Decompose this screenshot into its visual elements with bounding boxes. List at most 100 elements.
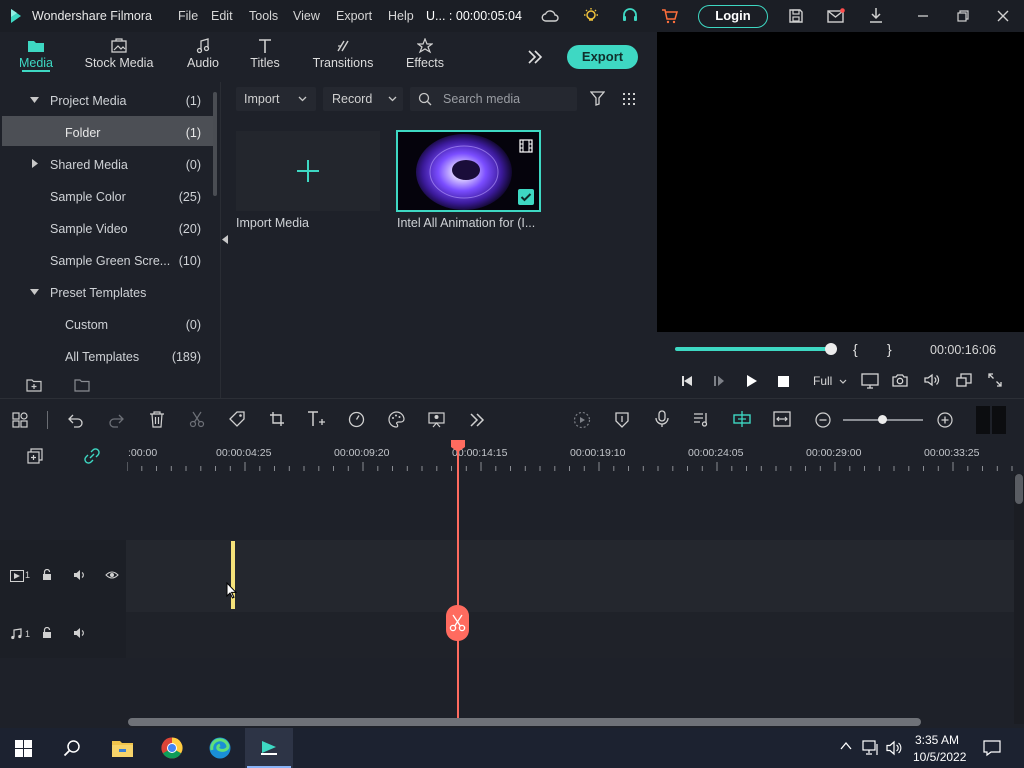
taskbar-search-icon[interactable] <box>63 739 81 757</box>
mark-out-button[interactable]: } <box>887 341 892 357</box>
restore-icon[interactable] <box>956 9 970 23</box>
save-icon[interactable] <box>788 8 804 24</box>
taskbar-filmora-app[interactable] <box>245 728 293 768</box>
import-dropdown[interactable]: Import <box>236 87 316 111</box>
new-folder-icon[interactable] <box>26 378 42 392</box>
download-icon[interactable] <box>868 7 884 25</box>
add-text-icon[interactable] <box>307 410 327 428</box>
zoom-in-icon[interactable] <box>937 412 953 428</box>
caret-right-icon[interactable] <box>32 159 38 168</box>
close-icon[interactable] <box>996 9 1010 23</box>
scissors-cut-icon[interactable] <box>189 411 205 428</box>
playback-scrubber[interactable] <box>825 343 837 355</box>
tree-item-all-templates[interactable]: All Templates (189) <box>2 340 213 370</box>
lock-icon[interactable] <box>41 627 53 639</box>
tab-transitions[interactable]: Transitions <box>306 32 380 82</box>
audio-track-lane[interactable] <box>126 612 1014 658</box>
playhead-line[interactable] <box>457 440 459 718</box>
file-explorer-icon[interactable] <box>111 738 134 758</box>
tree-item-shared-media[interactable]: Shared Media (0) <box>2 148 213 178</box>
more-tools-icon[interactable] <box>469 412 485 428</box>
cart-icon[interactable] <box>661 8 679 24</box>
folder-outline-icon[interactable] <box>74 378 90 392</box>
video-track-lane[interactable] <box>126 540 1014 612</box>
undo-icon[interactable] <box>68 412 84 428</box>
render-preview-icon[interactable] <box>573 411 591 429</box>
chrome-icon[interactable] <box>161 737 183 759</box>
playhead-handle[interactable] <box>450 439 466 453</box>
volume-icon[interactable] <box>924 373 940 387</box>
import-media-tile[interactable] <box>236 131 380 211</box>
redo-icon[interactable] <box>108 412 124 428</box>
tree-item-sample-video[interactable]: Sample Video (20) <box>2 212 213 242</box>
tree-item-custom[interactable]: Custom (0) <box>2 308 213 338</box>
stop-icon[interactable] <box>778 376 789 387</box>
step-back-icon[interactable] <box>681 375 693 387</box>
tree-item-sample-green-screen[interactable]: Sample Green Scre... (10) <box>2 244 213 274</box>
menu-help[interactable]: Help <box>388 9 414 23</box>
quality-dropdown[interactable]: Full <box>813 374 832 388</box>
lightbulb-icon[interactable] <box>582 7 600 25</box>
volume-tray-icon[interactable] <box>886 740 902 756</box>
timeline-vertical-scrollbar[interactable] <box>1015 474 1023 504</box>
marker-shield-icon[interactable] <box>614 411 630 429</box>
microphone-icon[interactable] <box>655 410 669 428</box>
mark-in-button[interactable]: { <box>853 341 858 357</box>
play-icon[interactable] <box>746 374 758 388</box>
menu-tools[interactable]: Tools <box>249 9 278 23</box>
more-tabs-icon[interactable] <box>527 49 543 65</box>
caret-down-icon[interactable] <box>30 289 39 295</box>
step-forward-icon[interactable] <box>713 375 725 387</box>
aspect-ratio-icon[interactable] <box>956 373 972 387</box>
playback-progress-bar[interactable] <box>675 347 835 351</box>
lock-icon[interactable] <box>41 569 53 581</box>
tag-icon[interactable] <box>229 411 245 427</box>
tab-audio[interactable]: Audio <box>180 32 226 82</box>
network-icon[interactable] <box>862 740 880 756</box>
menu-view[interactable]: View <box>293 9 320 23</box>
snap-magnet-icon[interactable] <box>732 410 752 428</box>
green-screen-icon[interactable] <box>428 411 445 428</box>
windows-start-icon[interactable] <box>15 740 32 757</box>
filter-icon[interactable] <box>590 91 605 106</box>
menu-export[interactable]: Export <box>336 9 372 23</box>
crop-icon[interactable] <box>269 411 285 427</box>
audio-mixer-icon[interactable] <box>693 411 711 428</box>
tab-titles[interactable]: Titles <box>242 32 288 82</box>
export-button[interactable]: Export <box>567 45 638 69</box>
tab-effects[interactable]: Effects <box>398 32 452 82</box>
headset-support-icon[interactable] <box>621 7 639 25</box>
tab-stock-media[interactable]: Stock Media <box>80 32 158 82</box>
tree-item-sample-color[interactable]: Sample Color (25) <box>2 180 213 210</box>
audio-meter-toggle[interactable] <box>976 406 1006 434</box>
playhead-split-button[interactable] <box>446 605 469 641</box>
timeline-horizontal-scrollbar[interactable] <box>128 718 921 726</box>
login-button[interactable]: Login <box>698 5 768 28</box>
speaker-icon[interactable] <box>73 627 86 639</box>
speed-icon[interactable] <box>348 411 365 428</box>
tree-item-project-media[interactable]: Project Media (1) <box>2 84 213 114</box>
edge-icon[interactable] <box>209 737 231 759</box>
collapse-panel-icon[interactable] <box>222 235 228 244</box>
media-clip-thumbnail[interactable] <box>396 130 541 212</box>
zoom-slider-handle[interactable] <box>878 415 887 424</box>
fullscreen-icon[interactable] <box>988 373 1002 387</box>
fit-timeline-icon[interactable] <box>773 410 791 428</box>
grid-view-icon[interactable] <box>622 92 636 106</box>
color-palette-icon[interactable] <box>388 411 405 428</box>
chevron-down-icon[interactable] <box>839 379 847 384</box>
search-media-input[interactable]: Search media <box>410 87 577 111</box>
zoom-out-icon[interactable] <box>815 412 831 428</box>
tree-item-folder[interactable]: Folder (1) <box>2 116 213 146</box>
tray-chevron-up-icon[interactable] <box>840 741 852 751</box>
tab-media[interactable]: Media <box>8 32 64 82</box>
speaker-icon[interactable] <box>73 569 86 581</box>
caret-down-icon[interactable] <box>30 97 39 103</box>
timeline-ruler[interactable]: :00:00 00:00:04:25 00:00:09:20 00:00:14:… <box>0 440 1024 474</box>
delete-trash-icon[interactable] <box>149 411 165 428</box>
record-dropdown[interactable]: Record <box>323 87 403 111</box>
display-icon[interactable] <box>861 373 879 389</box>
clock-time[interactable]: 3:35 AM <box>915 733 959 747</box>
cloud-icon[interactable] <box>541 8 559 24</box>
add-track-icon[interactable] <box>27 448 43 464</box>
